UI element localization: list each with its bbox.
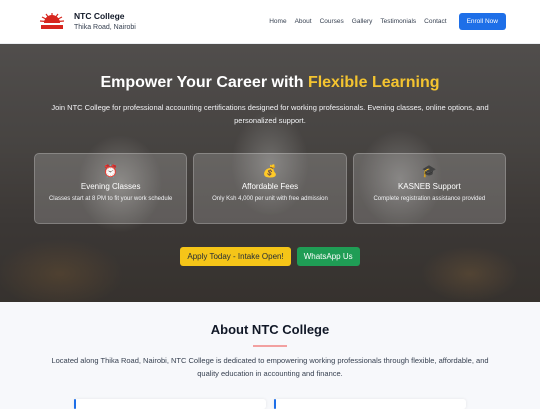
- card-accent: [74, 399, 76, 409]
- apply-today-button[interactable]: Apply Today - Intake Open!: [180, 247, 291, 266]
- nav-courses[interactable]: Courses: [320, 18, 344, 25]
- nav-contact[interactable]: Contact: [424, 18, 446, 25]
- card-accent: [274, 399, 276, 409]
- hero-title: Empower Your Career with Flexible Learni…: [0, 74, 540, 92]
- hero-title-main: Empower Your Career with: [100, 74, 308, 91]
- feature-cards: ⏰ Evening Classes Classes start at 8 PM …: [34, 153, 506, 224]
- feature-title: KASNEB Support: [397, 182, 461, 191]
- nav-home[interactable]: Home: [269, 18, 286, 25]
- feature-title: Affordable Fees: [241, 182, 299, 191]
- brand-name: NTC College: [74, 10, 125, 21]
- enroll-now-button[interactable]: Enroll Now: [458, 13, 506, 30]
- feature-desc: Classes start at 8 PM to fit your work s…: [48, 196, 173, 202]
- graduation-cap-icon: 🎓: [421, 164, 437, 178]
- about-card: [274, 399, 466, 409]
- about-card: [74, 399, 266, 409]
- nav-gallery[interactable]: Gallery: [352, 18, 373, 25]
- alarm-clock-icon: ⏰: [103, 164, 119, 178]
- about-text: Located along Thika Road, Nairobi, NTC C…: [51, 356, 489, 378]
- about-title: About NTC College: [210, 322, 330, 337]
- title-underline: [253, 345, 287, 347]
- hero-title-highlight: Flexible Learning: [307, 74, 440, 91]
- about-section: About NTC College Located along Thika Ro…: [0, 302, 540, 409]
- feature-card-fees: 💰 Affordable Fees Only Ksh 4,000 per uni…: [193, 153, 347, 224]
- college-logo[interactable]: [38, 11, 66, 33]
- whatsapp-button[interactable]: WhatsApp Us: [296, 247, 360, 266]
- hero-section: Empower Your Career with Flexible Learni…: [0, 44, 540, 302]
- brand-location: Thika Road, Nairobi: [74, 23, 136, 31]
- feature-card-evening: ⏰ Evening Classes Classes start at 8 PM …: [34, 153, 188, 224]
- money-bag-icon: 💰: [262, 164, 278, 178]
- feature-desc: Complete registration assistance provide…: [373, 196, 486, 202]
- hero-subtitle: Join NTC College for professional accoun…: [51, 103, 489, 125]
- feature-title: Evening Classes: [80, 182, 141, 191]
- main-nav: Home About Courses Gallery Testimonials …: [269, 13, 506, 30]
- nav-about[interactable]: About: [295, 18, 312, 25]
- feature-desc: Only Ksh 4,000 per unit with free admiss…: [212, 196, 328, 202]
- feature-card-kasneb: 🎓 KASNEB Support Complete registration a…: [352, 153, 506, 224]
- hero-cta-row: Apply Today - Intake Open! WhatsApp Us: [0, 247, 540, 266]
- brand: NTC College Thika Road, Nairobi: [74, 10, 136, 34]
- site-header: NTC College Thika Road, Nairobi Home Abo…: [0, 0, 540, 44]
- nav-testimonials[interactable]: Testimonials: [380, 18, 416, 25]
